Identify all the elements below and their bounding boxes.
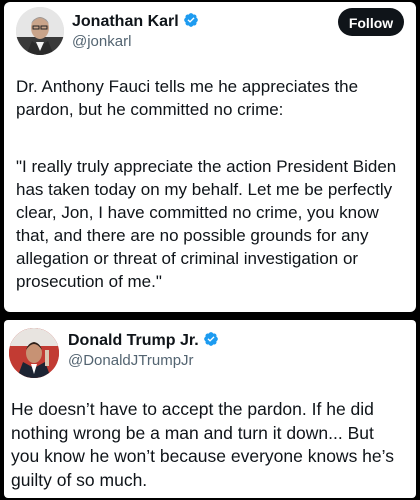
display-name-text[interactable]: Jonathan Karl bbox=[72, 13, 179, 30]
follow-button[interactable]: Follow bbox=[338, 8, 404, 36]
tweet-card-donald-trump-jr: Donald Trump Jr. @DonaldJTrumpJr He does… bbox=[4, 320, 416, 498]
display-name[interactable]: Donald Trump Jr. bbox=[68, 331, 219, 350]
user-handle[interactable]: @jonkarl bbox=[72, 33, 131, 50]
avatar[interactable] bbox=[9, 328, 59, 378]
verified-badge-icon bbox=[183, 13, 198, 27]
tweet-text: Dr. Anthony Fauci tells me he appreciate… bbox=[16, 77, 359, 119]
tweet-quote-text: "I really truly appreciate the action Pr… bbox=[16, 157, 397, 291]
tweet-card-jonathan-karl: Jonathan Karl @jonkarl Follow Dr. Anthon… bbox=[4, 2, 416, 312]
display-name[interactable]: Jonathan Karl bbox=[72, 12, 199, 31]
verified-badge-icon bbox=[203, 332, 218, 346]
user-handle[interactable]: @DonaldJTrumpJr bbox=[68, 352, 194, 369]
display-name-text[interactable]: Donald Trump Jr. bbox=[68, 332, 199, 349]
avatar[interactable] bbox=[16, 7, 64, 55]
tweet-text: He doesn’t have to accept the pardon. If… bbox=[11, 399, 394, 490]
